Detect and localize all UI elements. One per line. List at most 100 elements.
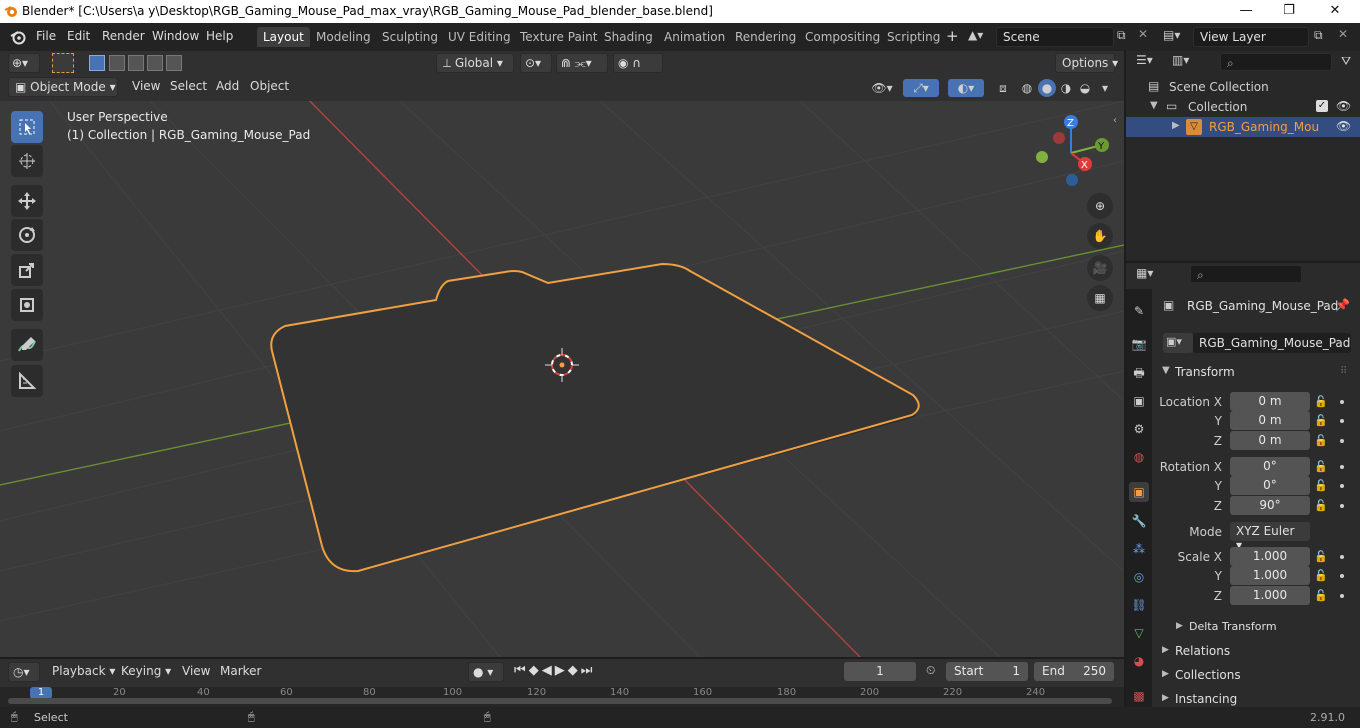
lock-icon[interactable]: 🔓	[1314, 499, 1328, 513]
keyframe-dot[interactable]	[1340, 439, 1344, 443]
tab-shading[interactable]: Shading	[598, 27, 659, 47]
tab-rendering[interactable]: Rendering	[729, 27, 802, 47]
lock-icon[interactable]: 🔓	[1314, 414, 1328, 428]
editor-type-icon[interactable]: ⊕▾	[8, 53, 40, 73]
view-layer-icon[interactable]: ▤▾	[1163, 28, 1191, 42]
select-new-icon[interactable]	[89, 55, 105, 71]
play-reverse-icon[interactable]: ◀	[542, 663, 555, 678]
timeline-ruler[interactable]: 1 20 40 60 80 100 120 140 160 180 200 22…	[0, 687, 1124, 707]
data-tab-icon[interactable]: ▽	[1129, 623, 1149, 643]
visibility-eye-icon[interactable]: 👁	[1336, 119, 1351, 133]
tab-layout[interactable]: Layout	[257, 27, 310, 47]
view-layer-tab-icon[interactable]: ▣	[1129, 391, 1149, 411]
transform-orientation-dropdown[interactable]: ⟂ Global ▾	[436, 53, 514, 73]
tab-uv-editing[interactable]: UV Editing	[442, 27, 517, 47]
expand-arrow-icon[interactable]: ▶	[1172, 120, 1180, 131]
outliner-row-scene-collection[interactable]: ▤ Scene Collection	[1126, 77, 1360, 97]
collections-panel[interactable]: Collections	[1175, 668, 1241, 682]
render-tab-icon[interactable]: 📷	[1129, 334, 1149, 354]
menu-file[interactable]: File	[36, 29, 56, 43]
new-scene-icon[interactable]: ⧉	[1117, 28, 1126, 43]
rotate-tool[interactable]	[11, 219, 43, 251]
texture-tab-icon[interactable]: ▩	[1129, 686, 1149, 706]
keyframe-dot[interactable]	[1340, 400, 1344, 404]
instancing-panel[interactable]: Instancing	[1175, 692, 1237, 706]
options-dropdown[interactable]: Options ▾	[1055, 53, 1118, 73]
select-menu[interactable]: Select	[164, 77, 213, 97]
clock-icon[interactable]: ⏲	[926, 663, 935, 678]
instancing-arrow-icon[interactable]: ▶	[1162, 693, 1169, 703]
keyframe-dot[interactable]	[1340, 419, 1344, 423]
keyframe-dot[interactable]	[1340, 465, 1344, 469]
perspective-toggle-icon[interactable]: ▦	[1087, 285, 1113, 311]
3d-viewport[interactable]: User Perspective (1) Collection | RGB_Ga…	[0, 101, 1124, 657]
remove-scene-icon[interactable]: ✕	[1138, 27, 1148, 41]
properties-search-input[interactable]: ⌕	[1190, 265, 1302, 283]
add-menu[interactable]: Add	[210, 77, 245, 97]
relations-arrow-icon[interactable]: ▶	[1162, 645, 1169, 655]
visibility-eye-icon[interactable]: 👁	[1336, 99, 1351, 113]
measure-tool[interactable]	[11, 365, 43, 397]
jump-start-icon[interactable]: ⏮	[514, 663, 529, 678]
exclude-checkbox[interactable]: ✓	[1316, 100, 1328, 112]
solid-shading-icon[interactable]: ●	[1038, 79, 1056, 97]
select-tool-icon[interactable]	[52, 53, 74, 73]
menu-window[interactable]: Window	[152, 29, 199, 43]
tab-animation[interactable]: Animation	[658, 27, 731, 47]
shading-options-icon[interactable]: ▾	[1096, 79, 1114, 97]
physics-tab-icon[interactable]: ◎	[1129, 567, 1149, 587]
playback-menu[interactable]: Playback ▾	[46, 662, 115, 682]
scene-tab-icon[interactable]: ⚙	[1129, 419, 1149, 439]
overlays-toggle-icon[interactable]: ◐▾	[948, 79, 984, 97]
sidebar-toggle-icon[interactable]: ‹	[1113, 115, 1117, 126]
tab-compositing[interactable]: Compositing	[799, 27, 886, 47]
remove-view-layer-icon[interactable]: ✕	[1338, 27, 1348, 41]
particles-tab-icon[interactable]: ⁂	[1129, 539, 1149, 559]
properties-editor-icon[interactable]: ▦▾	[1136, 266, 1166, 280]
tool-tab-icon[interactable]: ✎	[1129, 301, 1149, 321]
move-tool[interactable]	[11, 185, 43, 217]
mode-dropdown[interactable]: ▣ Object Mode ▾	[8, 77, 118, 97]
menu-render[interactable]: Render	[102, 29, 145, 43]
maximize-button[interactable]: ❐	[1266, 0, 1312, 23]
keyframe-dot[interactable]	[1340, 594, 1344, 598]
transform-panel-title[interactable]: Transform	[1175, 365, 1235, 379]
next-keyframe-icon[interactable]: ◆	[568, 663, 581, 678]
collections-arrow-icon[interactable]: ▶	[1162, 669, 1169, 679]
marker-menu[interactable]: Marker	[214, 662, 267, 682]
lock-icon[interactable]: 🔓	[1314, 460, 1328, 474]
cursor-tool[interactable]	[11, 145, 43, 177]
camera-view-icon[interactable]: 🎥	[1087, 255, 1113, 281]
location-x-field[interactable]: 0 m	[1230, 392, 1310, 411]
scale-tool[interactable]	[11, 254, 43, 286]
add-workspace-icon[interactable]: +	[946, 27, 959, 45]
tab-scripting[interactable]: Scripting	[881, 27, 946, 47]
lock-icon[interactable]: 🔓	[1314, 395, 1328, 409]
keying-menu[interactable]: Keying ▾	[115, 662, 175, 682]
material-shading-icon[interactable]: ◑	[1057, 79, 1075, 97]
pin-icon[interactable]: 📌	[1335, 298, 1350, 312]
select-extend-icon[interactable]	[109, 55, 125, 71]
play-icon[interactable]: ▶	[555, 663, 568, 678]
filter-icon[interactable]: ⛛	[1341, 54, 1351, 69]
timeline-view-menu[interactable]: View	[176, 662, 216, 682]
scene-name-field[interactable]: Scene	[996, 27, 1114, 47]
lock-icon[interactable]: 🔓	[1314, 479, 1328, 493]
select-intersect-icon[interactable]	[166, 55, 182, 71]
zoom-icon[interactable]: ⊕	[1087, 193, 1113, 219]
start-frame-field[interactable]: Start 1	[946, 662, 1028, 681]
outliner-row-collection[interactable]: ▼ ▭ Collection ✓ 👁	[1126, 97, 1360, 117]
drag-handle-icon[interactable]: ⠿	[1340, 366, 1347, 377]
modifier-tab-icon[interactable]: 🔧	[1129, 511, 1149, 531]
select-invert-icon[interactable]	[147, 55, 163, 71]
rotation-z-field[interactable]: 90°	[1230, 496, 1310, 515]
prev-keyframe-icon[interactable]: ◆	[529, 663, 542, 678]
visibility-filter-icon[interactable]: 👁▾	[868, 79, 896, 97]
object-menu[interactable]: Object	[244, 77, 295, 97]
minimize-button[interactable]: —	[1223, 0, 1269, 23]
tab-sculpting[interactable]: Sculpting	[376, 27, 444, 47]
proportional-edit-icon[interactable]: ◉ ∩	[613, 53, 663, 73]
keyframe-dot[interactable]	[1340, 484, 1344, 488]
rendered-shading-icon[interactable]: ◒	[1076, 79, 1094, 97]
wireframe-shading-icon[interactable]: ◍	[1018, 79, 1036, 97]
